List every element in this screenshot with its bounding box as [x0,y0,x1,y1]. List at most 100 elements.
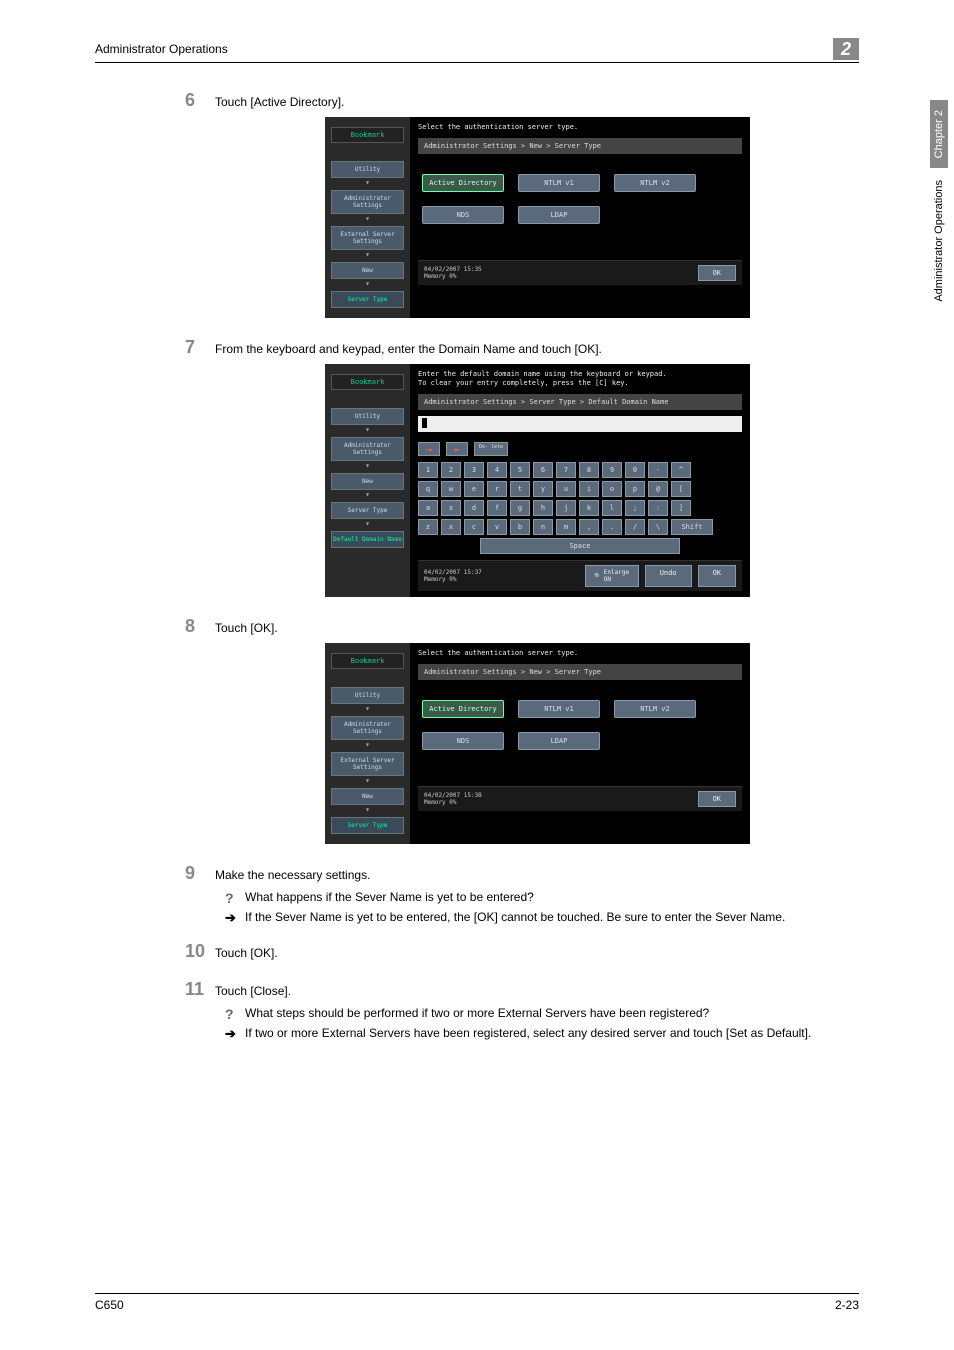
ok-button[interactable]: OK [698,565,736,587]
footer-timestamp: 04/02/2007 15:38 Memory 0% [424,792,482,806]
key-/[interactable]: / [625,519,645,535]
key-d[interactable]: d [464,500,484,516]
crumb-ext-server[interactable]: External Server Settings [331,226,404,250]
key-r[interactable]: r [487,481,507,497]
nds-button[interactable]: NDS [422,206,504,224]
crumb-ext-server[interactable]: External Server Settings [331,752,404,776]
chevron-down-icon: ▾ [325,216,410,222]
ldap-button[interactable]: LDAP [518,206,600,224]
delete-button[interactable]: De- lete [474,442,508,456]
key-3[interactable]: 3 [464,462,484,478]
key-[[interactable]: [ [671,481,691,497]
step-number: 9 [185,864,215,882]
space-key[interactable]: Space [480,538,680,554]
key-u[interactable]: u [556,481,576,497]
crumb-new[interactable]: New [331,788,404,805]
crumb-admin-settings[interactable]: Administrator Settings [331,437,404,461]
crumb-utility[interactable]: Utility [331,687,404,704]
key-.[interactable]: . [602,519,622,535]
chevron-down-icon: ▾ [325,492,410,498]
ntlm-v2-button[interactable]: NTLM v2 [614,174,696,192]
footer-timestamp: 04/02/2007 15:35 Memory 0% [424,266,482,280]
key-s[interactable]: s [441,500,461,516]
key-c[interactable]: c [464,519,484,535]
crumb-default-domain[interactable]: Default Domain Name [331,531,404,548]
bookmark-button[interactable]: Bookmark [331,374,404,390]
key-e[interactable]: e [464,481,484,497]
question-item: ? What steps should be performed if two … [225,1006,859,1022]
key-\[interactable]: \ [648,519,668,535]
ldap-button[interactable]: LDAP [518,732,600,750]
key-v[interactable]: v [487,519,507,535]
ntlm-v1-button[interactable]: NTLM v1 [518,174,600,192]
crumb-admin-settings[interactable]: Administrator Settings [331,716,404,740]
key-l[interactable]: l [602,500,622,516]
key-t[interactable]: t [510,481,530,497]
key-4[interactable]: 4 [487,462,507,478]
crumb-server-type[interactable]: Server Type [331,291,404,308]
bookmark-button[interactable]: Bookmark [331,127,404,143]
key-p[interactable]: p [625,481,645,497]
chevron-down-icon: ▾ [325,778,410,784]
arrow-right-button[interactable]: ► [446,442,468,456]
key-n[interactable]: n [533,519,553,535]
key-2[interactable]: 2 [441,462,461,478]
key-6[interactable]: 6 [533,462,553,478]
key-i[interactable]: i [579,481,599,497]
crumb-new[interactable]: New [331,473,404,490]
ok-button[interactable]: OK [698,791,736,807]
key-,[interactable]: , [579,519,599,535]
key-0[interactable]: 0 [625,462,645,478]
key-@[interactable]: @ [648,481,668,497]
chevron-down-icon: ▾ [325,742,410,748]
key-f[interactable]: f [487,500,507,516]
crumb-utility[interactable]: Utility [331,408,404,425]
key-9[interactable]: 9 [602,462,622,478]
key-j[interactable]: j [556,500,576,516]
enlarge-button[interactable]: 🔍 Enlarge ON [585,565,639,587]
key-8[interactable]: 8 [579,462,599,478]
arrow-left-button[interactable]: ◄ [418,442,440,456]
key-h[interactable]: h [533,500,553,516]
key-][interactable]: ] [671,500,691,516]
key-5[interactable]: 5 [510,462,530,478]
key-7[interactable]: 7 [556,462,576,478]
key-x[interactable]: x [441,519,461,535]
chevron-down-icon: ▾ [325,427,410,433]
shift-key[interactable]: Shift [671,519,713,535]
key-1[interactable]: 1 [418,462,438,478]
key-g[interactable]: g [510,500,530,516]
key-o[interactable]: o [602,481,622,497]
crumb-utility[interactable]: Utility [331,161,404,178]
key-:[interactable]: : [648,500,668,516]
ok-button[interactable]: OK [698,265,736,281]
key-q[interactable]: q [418,481,438,497]
crumb-admin-settings[interactable]: Administrator Settings [331,190,404,214]
key-m[interactable]: m [556,519,576,535]
key-a[interactable]: a [418,500,438,516]
ntlm-v1-button[interactable]: NTLM v1 [518,700,600,718]
bookmark-button[interactable]: Bookmark [331,653,404,669]
key-z[interactable]: z [418,519,438,535]
nds-button[interactable]: NDS [422,732,504,750]
key--[interactable]: - [648,462,668,478]
undo-button[interactable]: Undo [645,565,692,587]
active-directory-button[interactable]: Active Directory [422,700,504,718]
screenshot-server-type-1: Bookmark Utility ▾ Administrator Setting… [325,117,750,318]
active-directory-button[interactable]: Active Directory [422,174,504,192]
step-text: Touch [OK]. [215,617,859,635]
key-^[interactable]: ^ [671,462,691,478]
key-k[interactable]: k [579,500,599,516]
key-;[interactable]: ; [625,500,645,516]
crumb-server-type[interactable]: Server Type [331,817,404,834]
domain-name-input[interactable] [418,416,742,432]
crumb-new[interactable]: New [331,262,404,279]
key-y[interactable]: y [533,481,553,497]
ntlm-v2-button[interactable]: NTLM v2 [614,700,696,718]
crumb-server-type[interactable]: Server Type [331,502,404,519]
key-b[interactable]: b [510,519,530,535]
key-w[interactable]: w [441,481,461,497]
breadcrumb-path: Administrator Settings > Server Type > D… [418,394,742,410]
step-number: 7 [185,338,215,356]
chevron-down-icon: ▾ [325,252,410,258]
